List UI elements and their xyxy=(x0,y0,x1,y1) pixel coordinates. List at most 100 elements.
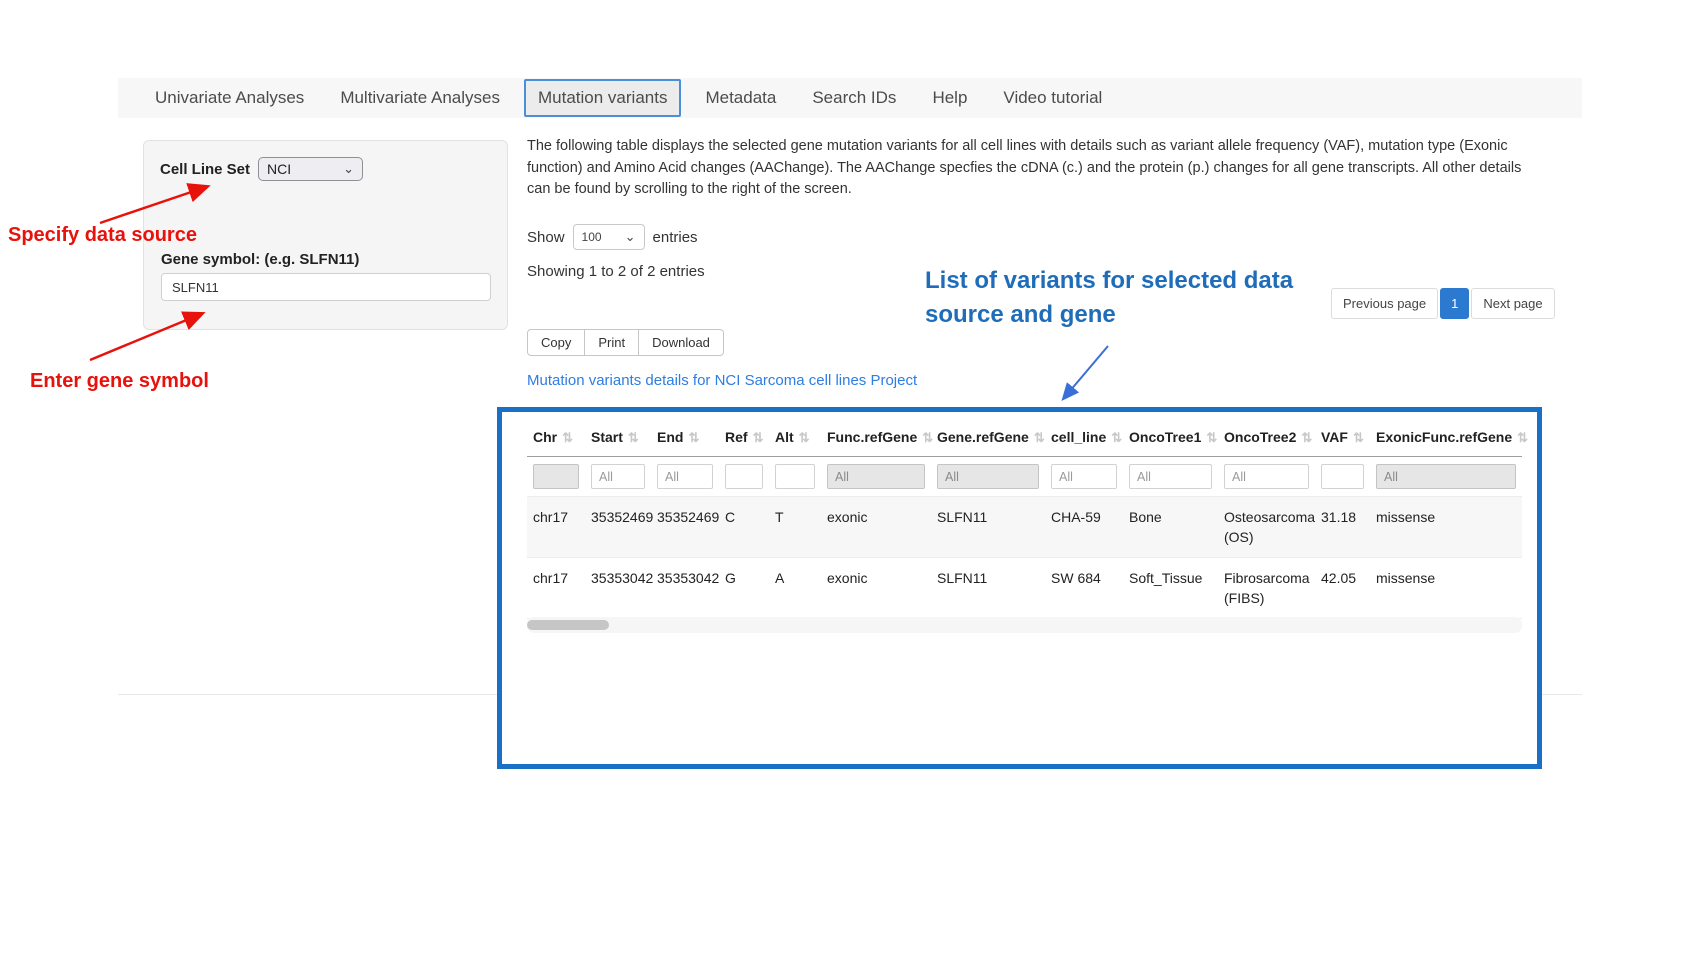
column-header-alt[interactable]: Alt⇅ xyxy=(769,421,821,457)
sort-icon[interactable]: ⇅ xyxy=(1206,430,1217,445)
pagination: Previous page 1 Next page xyxy=(1331,288,1555,319)
top-navbar: Univariate Analyses Multivariate Analyse… xyxy=(118,78,1582,118)
cell-cell-line: CHA-59 xyxy=(1045,497,1123,558)
end-filter[interactable] xyxy=(657,464,713,489)
sort-icon[interactable]: ⇅ xyxy=(799,430,810,445)
sort-icon[interactable]: ⇅ xyxy=(1353,430,1364,445)
chr-filter[interactable] xyxy=(533,464,579,489)
column-header-oncotree1[interactable]: OncoTree1⇅ xyxy=(1123,421,1218,457)
cell-line-set-select[interactable]: NCI ⌄ xyxy=(258,157,363,181)
show-label: Show xyxy=(527,229,565,246)
sort-icon[interactable]: ⇅ xyxy=(562,430,573,445)
copy-button[interactable]: Copy xyxy=(527,329,585,356)
cell-chr: chr17 xyxy=(527,497,585,558)
page-length-control: Show 100 ⌄ entries xyxy=(527,224,698,250)
start-filter[interactable] xyxy=(591,464,645,489)
cell-vaf: 31.18 xyxy=(1315,497,1370,558)
cell-cell-line: SW 684 xyxy=(1045,558,1123,619)
cell-line-set-value: NCI xyxy=(267,161,291,177)
cell-line-set-label: Cell Line Set xyxy=(160,161,250,178)
column-header-cell-line[interactable]: cell_line⇅ xyxy=(1045,421,1123,457)
cell-line-filter[interactable] xyxy=(1051,464,1117,489)
cell-alt: A xyxy=(769,558,821,619)
column-header-exonicfunc-refgene[interactable]: ExonicFunc.refGene⇅ xyxy=(1370,421,1522,457)
cell-alt: T xyxy=(769,497,821,558)
tab-univariate-analyses[interactable]: Univariate Analyses xyxy=(143,81,316,115)
exonicfunc-refgene-filter[interactable]: All xyxy=(1376,464,1516,489)
table-info-text: Showing 1 to 2 of 2 entries xyxy=(527,263,705,280)
table-description: The following table displays the selecte… xyxy=(527,136,1525,201)
page-length-select[interactable]: 100 ⌄ xyxy=(573,224,645,250)
cell-gene-refgene: SLFN11 xyxy=(931,497,1045,558)
column-header-vaf[interactable]: VAF⇅ xyxy=(1315,421,1370,457)
page-length-value: 100 xyxy=(582,230,602,244)
next-page-button[interactable]: Next page xyxy=(1471,288,1554,319)
cell-start: 35352469 xyxy=(585,497,651,558)
entries-label: entries xyxy=(653,229,698,246)
sort-icon[interactable]: ⇅ xyxy=(1301,430,1312,445)
tab-help[interactable]: Help xyxy=(920,81,979,115)
tab-search-ids[interactable]: Search IDs xyxy=(800,81,908,115)
gene-symbol-label: Gene symbol: (e.g. SLFN11) xyxy=(161,251,359,268)
func-refgene-filter[interactable]: All xyxy=(827,464,925,489)
column-header-ref[interactable]: Ref⇅ xyxy=(719,421,769,457)
alt-filter[interactable] xyxy=(775,464,815,489)
oncotree2-filter[interactable] xyxy=(1224,464,1309,489)
gene-symbol-input[interactable] xyxy=(161,273,491,301)
scrollbar-thumb[interactable] xyxy=(527,620,609,630)
annotation-list-of-variants: List of variants for selected data sourc… xyxy=(925,264,1345,332)
column-header-oncotree2[interactable]: OncoTree2⇅ xyxy=(1218,421,1315,457)
chevron-down-icon: ⌄ xyxy=(625,232,636,242)
vaf-filter[interactable] xyxy=(1321,464,1364,489)
sort-icon[interactable]: ⇅ xyxy=(628,430,639,445)
header-row: Chr⇅ Start⇅ End⇅ Ref⇅ Alt⇅ Func.refGene⇅… xyxy=(527,421,1522,457)
cell-ref: C xyxy=(719,497,769,558)
cell-oncotree1: Soft_Tissue xyxy=(1123,558,1218,619)
table-row[interactable]: chr17 35353042 35353042 G A exonic SLFN1… xyxy=(527,558,1522,619)
column-header-gene-refgene[interactable]: Gene.refGene⇅ xyxy=(931,421,1045,457)
download-button[interactable]: Download xyxy=(639,329,724,356)
cell-start: 35353042 xyxy=(585,558,651,619)
cell-end: 35352469 xyxy=(651,497,719,558)
chevron-down-icon: ⌄ xyxy=(343,164,354,174)
oncotree1-filter[interactable] xyxy=(1129,464,1212,489)
annotation-enter-gene-symbol: Enter gene symbol xyxy=(30,370,209,393)
gene-refgene-filter[interactable]: All xyxy=(937,464,1039,489)
table-caption-link[interactable]: Mutation variants details for NCI Sarcom… xyxy=(527,372,917,389)
cell-exonicfunc-refgene: missense xyxy=(1370,558,1522,619)
variants-table: Chr⇅ Start⇅ End⇅ Ref⇅ Alt⇅ Func.refGene⇅… xyxy=(527,421,1522,619)
sort-icon[interactable]: ⇅ xyxy=(753,430,764,445)
cell-chr: chr17 xyxy=(527,558,585,619)
tab-metadata[interactable]: Metadata xyxy=(693,81,788,115)
cell-func-refgene: exonic xyxy=(821,558,931,619)
sort-icon[interactable]: ⇅ xyxy=(688,430,699,445)
cell-oncotree2: Osteosarcoma (OS) xyxy=(1218,497,1315,558)
export-button-group: Copy Print Download xyxy=(527,329,724,356)
ref-filter[interactable] xyxy=(725,464,763,489)
column-header-start[interactable]: Start⇅ xyxy=(585,421,651,457)
cell-exonicfunc-refgene: missense xyxy=(1370,497,1522,558)
input-panel: Cell Line Set NCI ⌄ Gene symbol: (e.g. S… xyxy=(143,140,508,330)
tab-video-tutorial[interactable]: Video tutorial xyxy=(991,81,1114,115)
annotation-specify-data-source: Specify data source xyxy=(8,224,197,247)
tab-multivariate-analyses[interactable]: Multivariate Analyses xyxy=(328,81,512,115)
tab-mutation-variants[interactable]: Mutation variants xyxy=(524,79,681,117)
sort-icon[interactable]: ⇅ xyxy=(922,430,933,445)
page-number-button[interactable]: 1 xyxy=(1440,288,1469,319)
horizontal-scrollbar[interactable] xyxy=(527,617,1522,633)
print-button[interactable]: Print xyxy=(585,329,639,356)
column-header-chr[interactable]: Chr⇅ xyxy=(527,421,585,457)
blue-arrow-to-table xyxy=(1064,346,1108,398)
cell-gene-refgene: SLFN11 xyxy=(931,558,1045,619)
cell-ref: G xyxy=(719,558,769,619)
sort-icon[interactable]: ⇅ xyxy=(1111,430,1122,445)
column-header-end[interactable]: End⇅ xyxy=(651,421,719,457)
sort-icon[interactable]: ⇅ xyxy=(1517,430,1528,445)
column-header-func-refgene[interactable]: Func.refGene⇅ xyxy=(821,421,931,457)
cell-vaf: 42.05 xyxy=(1315,558,1370,619)
table-row[interactable]: chr17 35352469 35352469 C T exonic SLFN1… xyxy=(527,497,1522,558)
previous-page-button[interactable]: Previous page xyxy=(1331,288,1438,319)
cell-func-refgene: exonic xyxy=(821,497,931,558)
filter-row: All All All xyxy=(527,457,1522,497)
sort-icon[interactable]: ⇅ xyxy=(1034,430,1045,445)
